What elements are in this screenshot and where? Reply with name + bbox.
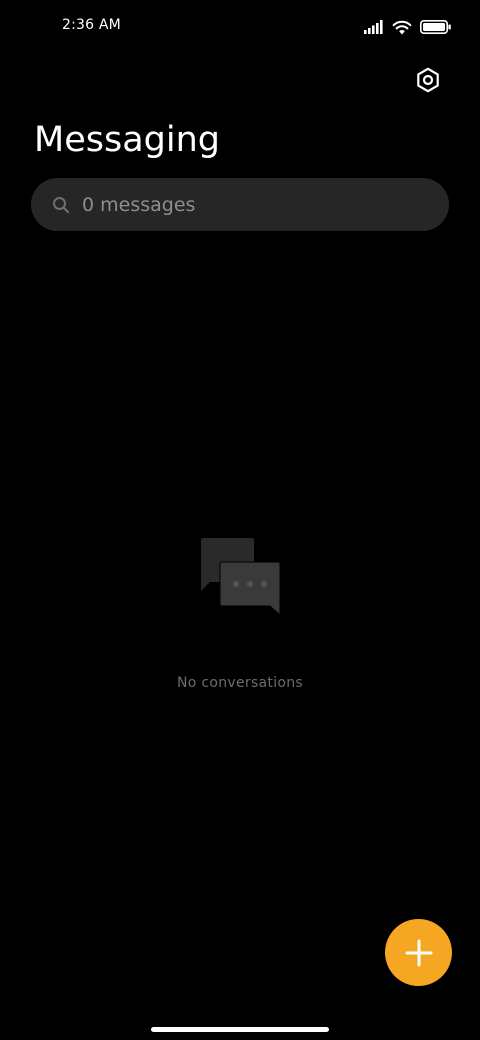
signal-icon <box>364 20 383 34</box>
empty-state-text: No conversations <box>176 675 304 691</box>
new-message-button[interactable] <box>385 919 452 986</box>
plus-icon <box>405 939 432 966</box>
status-icons <box>364 17 452 37</box>
page-title: Messaging <box>34 120 220 160</box>
search-icon <box>51 195 71 215</box>
search-bar[interactable] <box>31 178 449 231</box>
status-bar: 2:36 AM <box>0 0 480 52</box>
chat-bubbles-icon <box>201 538 281 617</box>
gear-icon <box>417 67 439 93</box>
settings-button[interactable] <box>410 62 446 98</box>
status-time: 2:36 AM <box>62 17 121 33</box>
search-input[interactable] <box>82 184 449 225</box>
wifi-icon <box>392 20 412 35</box>
battery-icon <box>420 19 451 34</box>
home-indicator[interactable] <box>151 1027 329 1032</box>
empty-state: No conversations <box>0 535 480 691</box>
